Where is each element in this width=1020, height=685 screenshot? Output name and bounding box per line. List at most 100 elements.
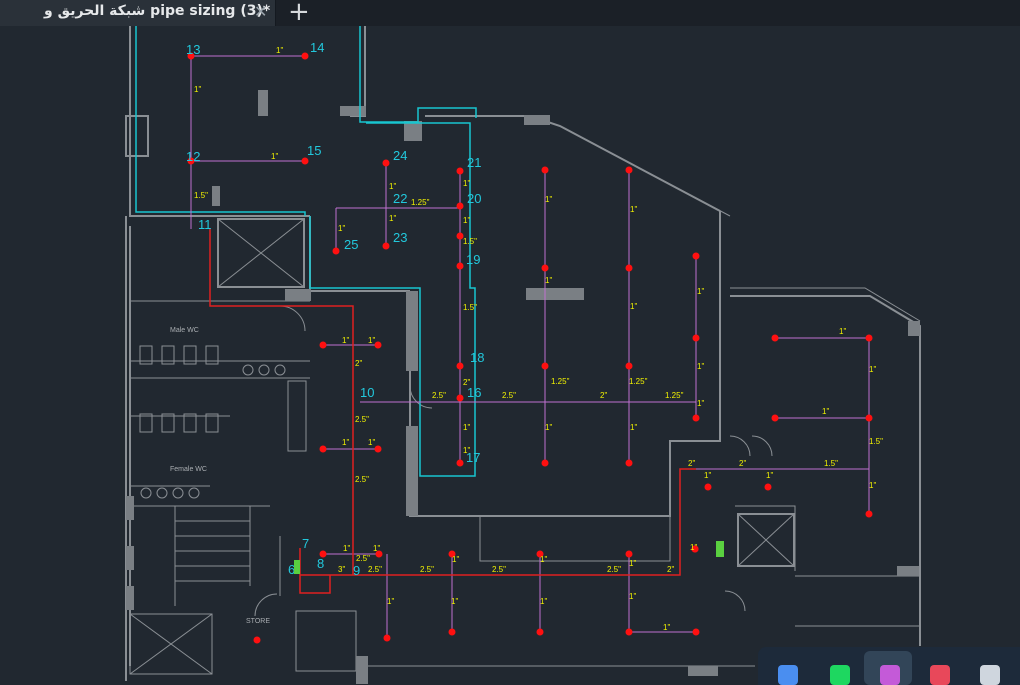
pipe-size-label: 2.5" [492,565,506,574]
pipe-size-label: 1" [540,555,547,564]
pipe-size-label: 1" [697,399,704,408]
sprinkler-head [692,628,700,636]
sprinkler-head [541,362,549,370]
sprinkler-head [541,459,549,467]
sprinkler-head [692,414,700,422]
sprinkler-head [865,334,873,342]
pipe-size-label: 1" [630,205,637,214]
drawing-tab[interactable]: شبكة الحريق و pipe sizing (3)* ✕ [0,0,276,26]
pipe-size-label: 1" [545,276,552,285]
pipe-size-label: 2.5" [502,391,516,400]
pipe-size-label: 2" [463,378,470,387]
pipe-size-label: 1" [697,362,704,371]
pipe-size-label: 2.5" [420,565,434,574]
pen-app-icon[interactable] [880,665,900,685]
node-label: 21 [467,155,481,170]
tab-title: شبكة الحريق و pipe sizing (3)* [44,3,271,19]
pipe-size-label: 2.5" [368,565,382,574]
sprinkler-head [374,445,382,453]
pipe-size-label: 1" [545,195,552,204]
sprinkler-head [536,628,544,636]
riser-marker [716,541,724,557]
pipe-size-label: 1" [452,555,459,564]
node-label: 16 [467,385,481,400]
pipe-size-label: 1" [387,597,394,606]
pipe-size-label: 1" [342,438,349,447]
pipe-size-label: 1" [389,182,396,191]
sprinkler-head [865,414,873,422]
pipe-size-label: 1.5" [194,191,208,200]
pipe-size-label: 1" [463,446,470,455]
pipe-size-label: 1" [338,224,345,233]
taskbar [758,647,1020,685]
pipe-size-label: 1" [463,179,470,188]
sprinkler-head [625,264,633,272]
pipe-size-label: 1.25" [665,391,684,400]
pipe-size-label: 1" [630,302,637,311]
room-label-layer: Male WC Female WC STORE [170,327,270,625]
sprinkler-head [541,264,549,272]
pipe-size-label: 2" [739,459,746,468]
pipe-size-label: 2" [355,359,362,368]
pipe-size-label: 1" [839,327,846,336]
node-label: 25 [344,237,358,252]
node-label: 23 [393,230,407,245]
pipe-size-label: 2.5" [355,415,369,424]
pipe-size-label: 1" [343,544,350,553]
sprinkler-head [448,628,456,636]
pipe-size-label: 1" [630,423,637,432]
sprinkler-head [253,636,261,644]
sprinkler-head [456,167,464,175]
sprinkler-head [692,334,700,342]
room-label: STORE [246,618,270,625]
sprinkler-head [332,247,340,255]
sprinkler-head [374,341,382,349]
node-label-layer: 13 141512 24 2122 202325111918161017786 9 [186,40,484,578]
sprinkler-head [456,394,464,402]
sprinkler-layer [187,52,873,644]
sprinkler-head [456,202,464,210]
sprinkler-head [319,445,327,453]
node-label: 9 [353,563,360,578]
close-icon[interactable]: ✕ [254,2,267,21]
node-label: 24 [393,148,407,163]
main-pipe [209,229,696,594]
tab-bar: شبكة الحريق و pipe sizing (3)* ✕ + [0,0,1020,27]
node-label: 18 [470,350,484,365]
app-red-icon[interactable] [930,665,950,685]
copilot-icon[interactable] [778,665,798,685]
sprinkler-head [625,550,633,558]
drawing-canvas[interactable]: 13 14 15 12 24 21 22 20 23 25 11 19 18 16 10 17 7 8 6 9 1" 1… [0,26,1020,685]
node-label: 11 [198,217,212,232]
pipe-size-label: 1" [869,365,876,374]
sprinkler-head [301,52,309,60]
room-label: Male WC [170,327,199,334]
sprinkler-head [301,157,309,165]
sprinkler-head [625,166,633,174]
pipe-size-label: 1" [869,481,876,490]
sprinkler-head [541,166,549,174]
pipe-size-layer: 1" 1" 1" 1.5" 1" 1" 1.25" 1" 1" 1" 1.5" 1.5" 2" 1" 1" 1… [194,46,883,632]
pipe-size-label: 1" [373,544,380,553]
pipe-size-label: 2.5" [432,391,446,400]
branch-pipes [190,55,870,638]
node-label: 15 [307,143,321,158]
room-label: Female WC [170,466,207,473]
plus-icon[interactable]: + [288,0,310,27]
pipe-size-label: 1" [697,287,704,296]
floor-plan[interactable]: 13 141512 24 2122 202325111918161017786 9 1"1… [0,26,1020,685]
node-label: 12 [186,149,200,164]
spotify-icon[interactable] [830,665,850,685]
sprinkler-head [692,252,700,260]
pipe-size-label: 1" [271,152,278,161]
sprinkler-head [764,483,772,491]
pipe-size-label: 1" [629,592,636,601]
pipe-size-label: 1.5" [869,437,883,446]
node-label: 19 [466,252,480,267]
pipe-size-label: 1" [463,216,470,225]
pipe-size-label: 1" [822,407,829,416]
pipe-size-label: 2.5" [356,554,370,563]
pipe-size-label: 2" [600,391,607,400]
node-label: 22 [393,191,407,206]
onedrive-icon[interactable] [980,665,1000,685]
